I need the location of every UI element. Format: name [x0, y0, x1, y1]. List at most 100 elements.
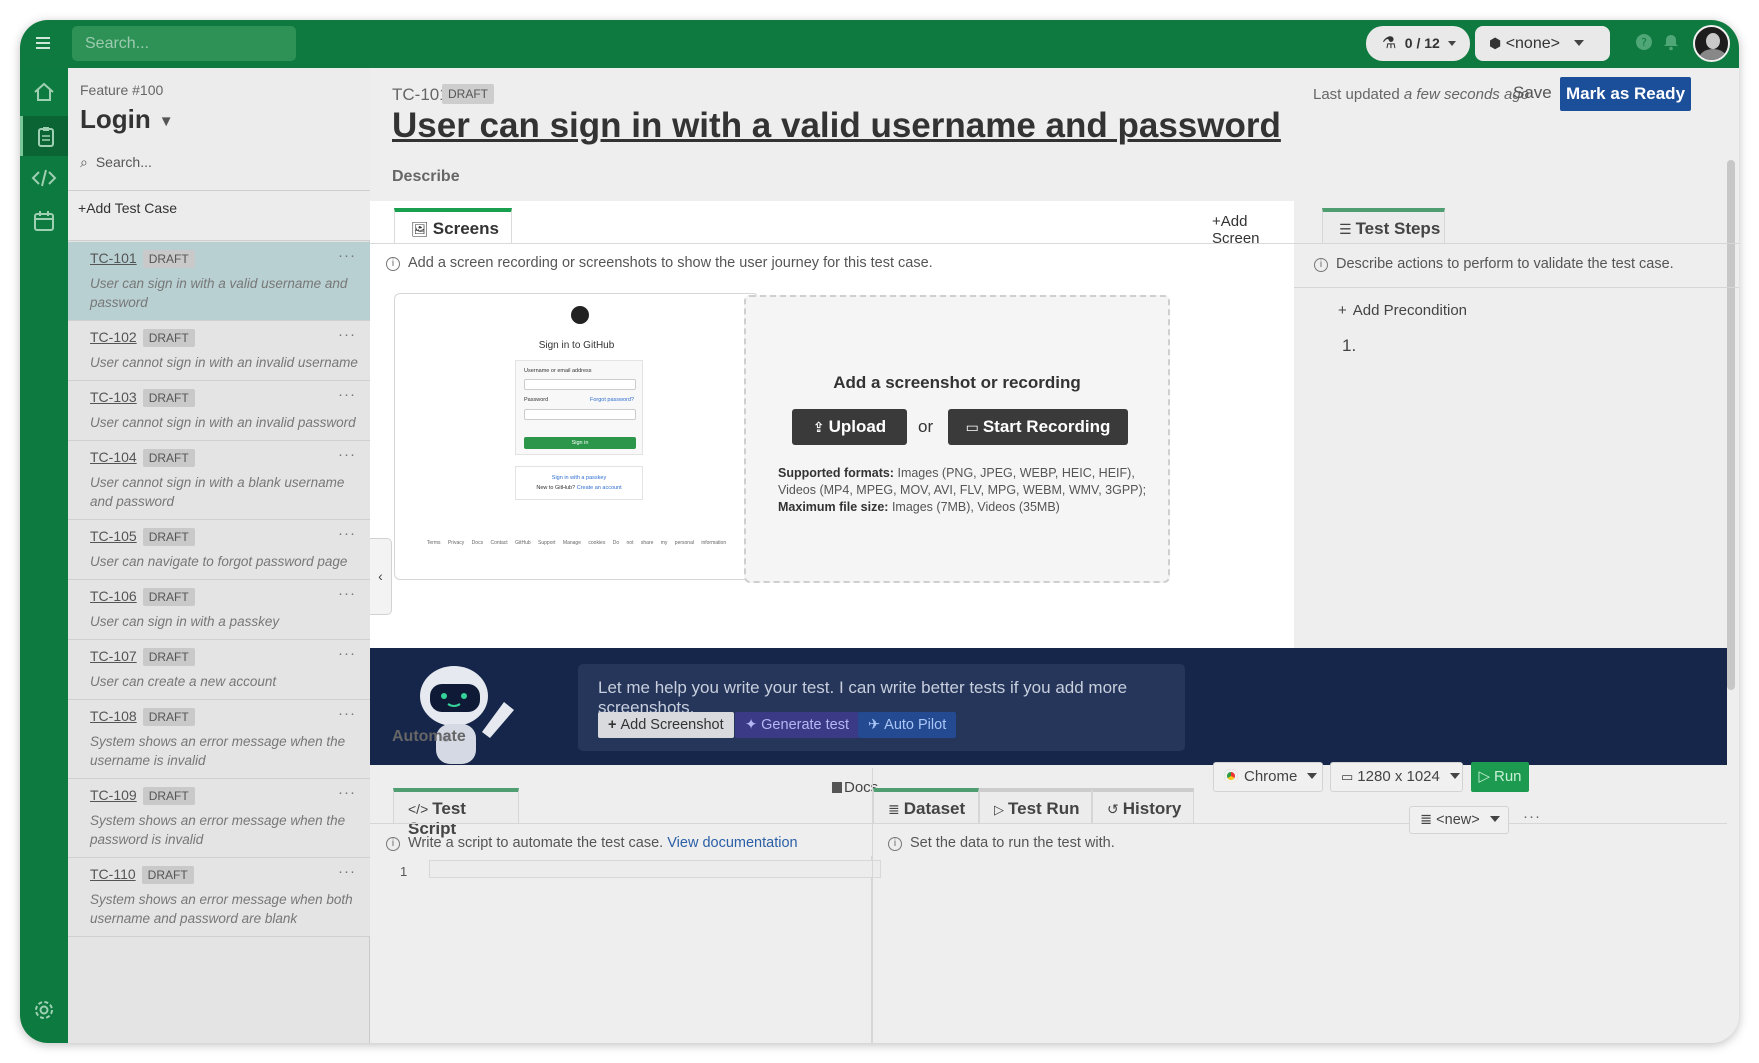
thumb-alt-signin: Sign in with a passkey New to GitHub? Cr… [515, 466, 643, 500]
test-case-item[interactable]: TC-101 DRAFT ··· User can sign in with a … [68, 242, 370, 321]
more-options-icon[interactable]: ··· [338, 525, 356, 542]
test-case-id[interactable]: TC-110 [90, 866, 136, 882]
more-options-icon[interactable]: ··· [338, 446, 356, 463]
describe-heading: Describe [392, 168, 460, 185]
plus-icon: + [608, 717, 617, 733]
scrollbar[interactable] [1727, 160, 1735, 690]
test-case-item[interactable]: TC-108 DRAFT ··· System shows an error me… [68, 700, 370, 779]
more-options-icon[interactable]: ··· [338, 585, 356, 602]
info-icon: i [1314, 258, 1328, 272]
thumb-password-input [524, 409, 636, 420]
plus-icon: + [1212, 213, 1221, 230]
tab-history[interactable]: ↺ History [1092, 788, 1194, 823]
test-case-id[interactable]: TC-105 [90, 528, 137, 544]
bell-icon[interactable] [1661, 33, 1681, 53]
airplane-icon: ✈ [868, 717, 881, 733]
top-bar: Search... ⚗ 0 / 12 ⬢ <none> ? [20, 20, 1739, 68]
collapse-panel-chevron-left-icon[interactable]: ‹ [370, 538, 392, 615]
run-button[interactable]: ▷ Run [1471, 762, 1529, 792]
feature-search-input[interactable]: ⌕ Search... [80, 154, 152, 171]
feature-title: Login [80, 104, 151, 134]
last-updated-when: a few seconds ago [1403, 86, 1530, 103]
status-badge: DRAFT [142, 708, 195, 726]
add-screenshot-button[interactable]: + Add Screenshot [598, 712, 734, 738]
test-case-item[interactable]: TC-110 DRAFT ··· System shows an error me… [68, 858, 370, 937]
hamburger-menu-icon[interactable] [34, 34, 52, 52]
info-icon: i [888, 837, 902, 851]
upload-button[interactable]: ⇪ Upload [792, 409, 907, 445]
test-case-id[interactable]: TC-108 [90, 708, 137, 724]
test-case-id[interactable]: TC-104 [90, 449, 137, 465]
resolution-select[interactable]: ▭ 1280 x 1024 [1330, 762, 1463, 792]
calendar-icon[interactable] [20, 200, 68, 240]
browser-select[interactable]: Chrome [1213, 762, 1323, 792]
tab-screens[interactable]: 🖼 Screens [394, 208, 512, 243]
auto-pilot-button[interactable]: ✈ Auto Pilot [858, 712, 957, 738]
chevron-down-icon [1449, 773, 1460, 779]
play-icon: ▷ [1478, 768, 1490, 785]
add-precondition-button[interactable]: + Add Precondition [1338, 302, 1467, 319]
test-case-description: User can sign in with a valid username a… [90, 276, 348, 310]
svg-text:?: ? [1641, 36, 1647, 49]
code-line[interactable] [429, 860, 881, 878]
test-cases-icon[interactable] [20, 116, 68, 156]
tab-test-script[interactable]: </> Test Script [393, 788, 519, 838]
more-options-icon[interactable]: ··· [338, 705, 356, 722]
steps-info-text: Describe actions to perform to validate … [1336, 256, 1674, 272]
more-options-icon[interactable]: ··· [338, 784, 356, 801]
dataset-select[interactable]: ≣ <new> [1409, 806, 1509, 834]
test-case-item[interactable]: TC-105 DRAFT ··· User can navigate to for… [68, 520, 370, 580]
add-screen-button[interactable]: +Add Screen [1212, 213, 1294, 247]
add-test-case-button[interactable]: +Add Test Case [78, 200, 177, 216]
test-case-id[interactable]: TC-103 [90, 389, 137, 405]
test-case-id[interactable]: TC-106 [90, 588, 137, 604]
home-icon[interactable] [20, 72, 68, 112]
settings-gear-icon[interactable] [20, 990, 68, 1030]
test-case-item[interactable]: TC-104 DRAFT ··· User cannot sign in with… [68, 441, 370, 520]
test-case-item[interactable]: TC-102 DRAFT ··· User cannot sign in with… [68, 321, 370, 381]
test-case-id[interactable]: TC-109 [90, 787, 137, 803]
environment-select[interactable]: ⬢ <none> [1475, 26, 1610, 61]
generate-test-button[interactable]: ✦ Generate test [735, 712, 860, 738]
global-search-input[interactable]: Search... [72, 26, 296, 61]
tab-test-steps-label: Test Steps [1355, 219, 1441, 238]
test-case-id[interactable]: TC-107 [90, 648, 137, 664]
feature-label: Feature #100 [80, 82, 164, 98]
flask-counter-label: 0 / 12 [1404, 35, 1440, 51]
help-icon[interactable]: ? [1634, 33, 1654, 53]
upload-dropzone[interactable]: Add a screenshot or recording ⇪ Upload or… [744, 295, 1170, 583]
code-icon[interactable] [20, 158, 68, 198]
feature-title-dropdown[interactable]: Login ▼ [80, 104, 174, 135]
save-button[interactable]: Save [1513, 83, 1552, 103]
more-options-icon[interactable]: ··· [338, 326, 356, 343]
more-options-icon[interactable]: ··· [338, 645, 356, 662]
test-case-item[interactable]: TC-107 DRAFT ··· User can create a new ac… [68, 640, 370, 700]
test-case-description: User can navigate to forgot password pag… [90, 554, 348, 569]
mark-as-ready-button[interactable]: Mark as Ready [1560, 77, 1691, 111]
add-precondition-label: Add Precondition [1352, 302, 1468, 319]
user-avatar[interactable] [1693, 25, 1730, 62]
more-options-icon[interactable]: ··· [338, 386, 356, 403]
test-case-item[interactable]: TC-106 DRAFT ··· User can sign in with a … [68, 580, 370, 640]
test-case-item[interactable]: TC-109 DRAFT ··· System shows an error me… [68, 779, 370, 858]
code-editor[interactable]: 1 [370, 856, 881, 1043]
tab-test-run[interactable]: ▷ Test Run [979, 788, 1092, 823]
test-case-id[interactable]: TC-101 [90, 250, 137, 266]
tab-test-steps[interactable]: ☰ Test Steps [1322, 208, 1445, 243]
test-case-title[interactable]: User can sign in with a valid username a… [392, 106, 1281, 146]
test-case-description: User cannot sign in with an invalid pass… [90, 415, 356, 430]
upload-label: Upload [828, 417, 887, 436]
more-options-icon[interactable]: ··· [338, 863, 356, 880]
run-label: Run [1494, 768, 1522, 785]
view-documentation-link[interactable]: View documentation [667, 835, 797, 851]
more-options-icon[interactable]: ··· [338, 247, 356, 264]
flask-counter-button[interactable]: ⚗ 0 / 12 [1366, 26, 1470, 61]
info-icon: i [386, 837, 400, 851]
more-options-icon[interactable]: ··· [1523, 808, 1541, 825]
test-case-item[interactable]: TC-103 DRAFT ··· User cannot sign in with… [68, 381, 370, 441]
start-recording-button[interactable]: ▭ Start Recording [948, 409, 1128, 445]
ai-assistant-banner: Let me help you write your test. I can w… [370, 648, 1727, 765]
tab-dataset[interactable]: ≣ Dataset [873, 788, 979, 823]
test-case-id[interactable]: TC-102 [90, 329, 137, 345]
screenshot-thumbnail[interactable]: Sign in to GitHub Username or email addr… [394, 293, 759, 580]
